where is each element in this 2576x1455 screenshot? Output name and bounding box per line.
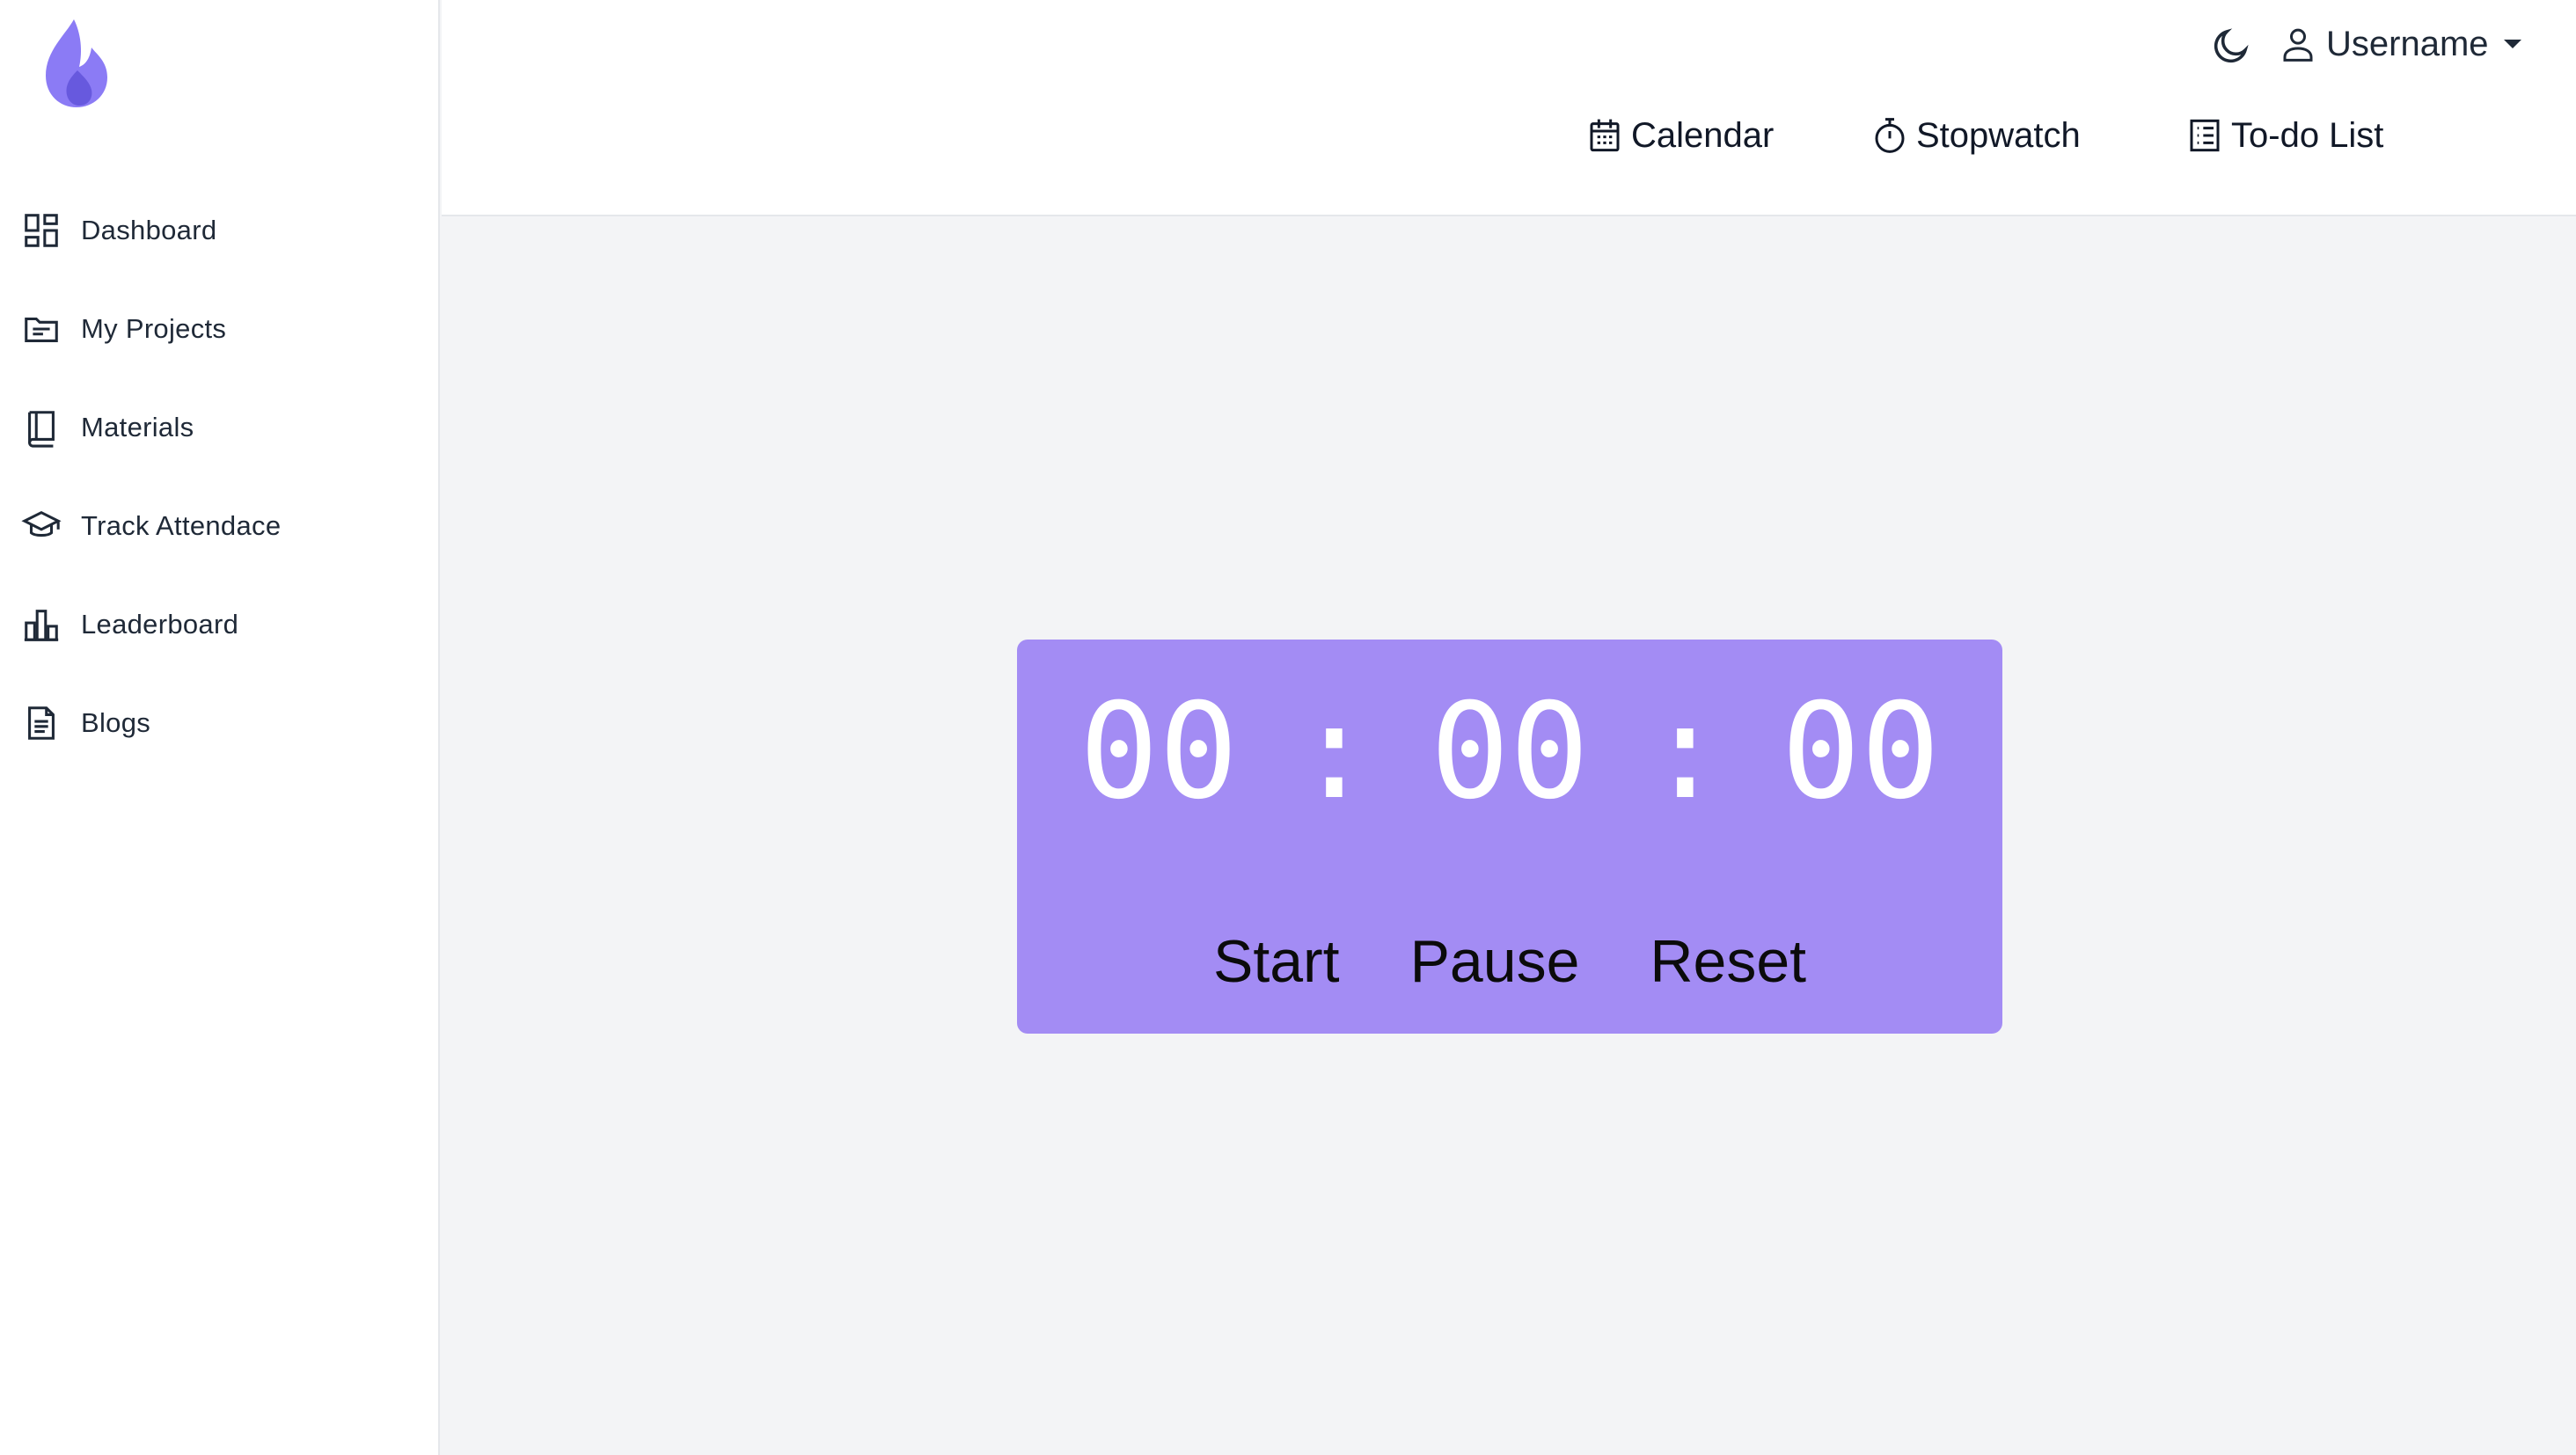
stopwatch-controls: Start Pause Reset [1017, 919, 2002, 1004]
document-icon [21, 703, 62, 743]
moon-icon[interactable] [2210, 25, 2252, 67]
start-button[interactable]: Start [1213, 927, 1340, 996]
calendar-link[interactable]: Calendar [1587, 111, 1774, 160]
stopwatch-link[interactable]: Stopwatch [1872, 111, 2081, 160]
dashboard-icon [21, 210, 62, 251]
sidebar-item-label: Track Attendace [81, 510, 282, 541]
minutes-value: 00 [1430, 676, 1590, 829]
sidebar-item-label: Materials [81, 412, 194, 442]
book-icon [21, 407, 62, 448]
bar-chart-icon [21, 604, 62, 645]
sidebar-item-label: My Projects [81, 313, 227, 344]
sidebar-item-leaderboard[interactable]: Leaderboard [0, 575, 438, 674]
todo-list-label: To-do List [2231, 115, 2384, 155]
user-icon [2280, 25, 2316, 63]
sidebar: Dashboard My Projects Materials Track At… [0, 0, 440, 1455]
stopwatch-icon [1872, 116, 1907, 155]
flame-logo[interactable] [39, 16, 114, 111]
sidebar-item-blogs[interactable]: Blogs [0, 674, 438, 772]
user-menu[interactable]: Username [2280, 19, 2522, 69]
time-separator: : [1294, 676, 1374, 829]
sidebar-item-dashboard[interactable]: Dashboard [0, 181, 438, 280]
top-bar: Username Calendar Stopwatch To-do List [442, 0, 2576, 216]
pause-button[interactable]: Pause [1410, 927, 1580, 996]
sidebar-item-label: Leaderboard [81, 609, 239, 640]
calendar-label: Calendar [1631, 115, 1775, 155]
time-separator: : [1645, 676, 1725, 829]
sidebar-item-label: Dashboard [81, 215, 217, 245]
sidebar-item-materials[interactable]: Materials [0, 378, 438, 477]
stopwatch-panel: 00 : 00 : 00 Start Pause Reset [1017, 640, 2002, 1034]
sidebar-nav: Dashboard My Projects Materials Track At… [0, 181, 438, 772]
graduation-cap-icon [21, 506, 62, 546]
calendar-icon [1587, 116, 1622, 155]
username-label: Username [2326, 24, 2489, 63]
list-icon [2187, 116, 2222, 155]
todo-list-link[interactable]: To-do List [2187, 111, 2383, 160]
sidebar-item-my-projects[interactable]: My Projects [0, 280, 438, 378]
stopwatch-display: 00 : 00 : 00 [1017, 676, 2002, 829]
folder-icon [21, 309, 62, 349]
seconds-value: 00 [1781, 676, 1941, 829]
stopwatch-label: Stopwatch [1916, 115, 2081, 155]
sidebar-item-label: Blogs [81, 707, 151, 738]
hours-value: 00 [1079, 676, 1239, 829]
reset-button[interactable]: Reset [1650, 927, 1806, 996]
chevron-down-icon [2503, 38, 2522, 50]
sidebar-item-track-attendance[interactable]: Track Attendace [0, 477, 438, 575]
